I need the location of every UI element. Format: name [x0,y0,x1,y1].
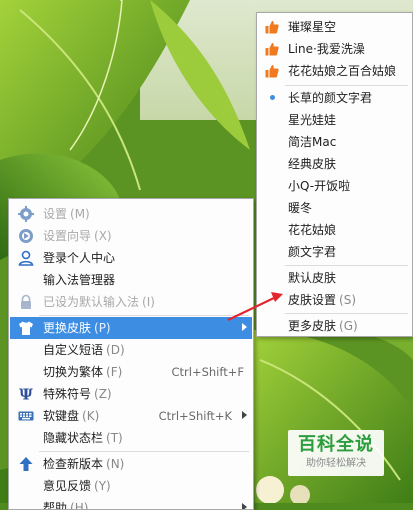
menu-separator [39,451,249,452]
shortcut-label: Ctrl+Shift+F [171,365,245,379]
user-icon [18,250,34,266]
main-context-menu: 设置 (M) 设置向导 (X) 登录个人中心 输入法管理器 已设为默认输入法 (I) … [8,198,254,510]
skin-item-hot[interactable]: Line·我爱洗澡 [258,38,411,60]
watermark-title: 百科全说 [298,434,374,455]
menu-item-setup-wizard[interactable]: 设置向导 (X) [10,225,252,247]
menu-item-default-ime[interactable]: 已设为默认输入法 (I) [10,291,252,313]
menu-item-check-update[interactable]: 检查新版本 (N) [10,453,252,475]
skin-item-selected[interactable]: 长草的颜文字君 [258,87,411,109]
menu-item-help[interactable]: 帮助 (H) [10,497,252,509]
menu-item-feedback[interactable]: 意见反馈 (Y) [10,475,252,497]
submenu-arrow-icon [242,503,247,509]
skin-item[interactable]: 暖冬 [258,197,411,219]
submenu-arrow-icon [242,411,247,419]
menu-item-hide-statusbar[interactable]: 隐藏状态栏 (T) [10,427,252,449]
shortcut-label: Ctrl+Shift+K [158,409,232,423]
skin-item[interactable]: 颜文字君 [258,241,411,263]
selected-dot-icon [270,95,275,100]
menu-item-custom-phrase[interactable]: 自定义短语 (D) [10,339,252,361]
more-skins-item[interactable]: 更多皮肤 (G) [258,315,411,336]
gear-icon [18,206,34,222]
skin-item[interactable]: 经典皮肤 [258,153,411,175]
wizard-icon [19,229,33,243]
thumbs-up-icon [265,21,279,34]
skin-item-default[interactable]: 默认皮肤 [258,267,411,289]
shirt-icon [19,321,33,335]
menu-item-ime-manager[interactable]: 输入法管理器 [10,269,252,291]
psi-icon: Ψ [19,386,33,402]
menu-separator [39,315,249,316]
skin-item[interactable]: 简洁Mac [258,131,411,153]
skin-settings-item[interactable]: 皮肤设置 (S) [258,289,411,311]
skin-item-hot[interactable]: 花花姑娘之百合姑娘 [258,60,411,82]
thumbs-up-icon [265,43,279,56]
skin-item-hot[interactable]: 璀璨星空 [258,16,411,38]
menu-separator [285,313,408,314]
watermark-subtitle: 助你轻松解决 [306,458,366,469]
keyboard-icon [18,411,34,421]
skin-item[interactable]: 花花姑娘 [258,219,411,241]
menu-separator [285,85,408,86]
watermark-logo: 百科全说 助你轻松解决 [288,430,384,476]
svg-text:Ψ: Ψ [19,386,33,402]
menu-item-login-center[interactable]: 登录个人中心 [10,247,252,269]
menu-item-settings[interactable]: 设置 (M) [10,203,252,225]
menu-item-special-symbols[interactable]: Ψ 特殊符号 (Z) [10,383,252,405]
lock-icon [21,294,31,309]
menu-separator [285,265,408,266]
menu-item-soft-keyboard[interactable]: 软键盘 (K) Ctrl+Shift+K [10,405,252,427]
skin-item[interactable]: 星光娃娃 [258,109,411,131]
menu-item-change-skin[interactable]: 更换皮肤 (P) [10,317,252,339]
skin-submenu: 璀璨星空 Line·我爱洗澡 花花姑娘之百合姑娘 长草的颜文字君 星光娃娃 简洁… [256,12,413,337]
menu-item-traditional-chinese[interactable]: 切换为繁体 (F) Ctrl+Shift+F [10,361,252,383]
skin-item[interactable]: 小Q-开饭啦 [258,175,411,197]
up-arrow-icon [19,457,33,471]
thumbs-up-icon [265,65,279,78]
submenu-arrow-icon [242,323,247,331]
